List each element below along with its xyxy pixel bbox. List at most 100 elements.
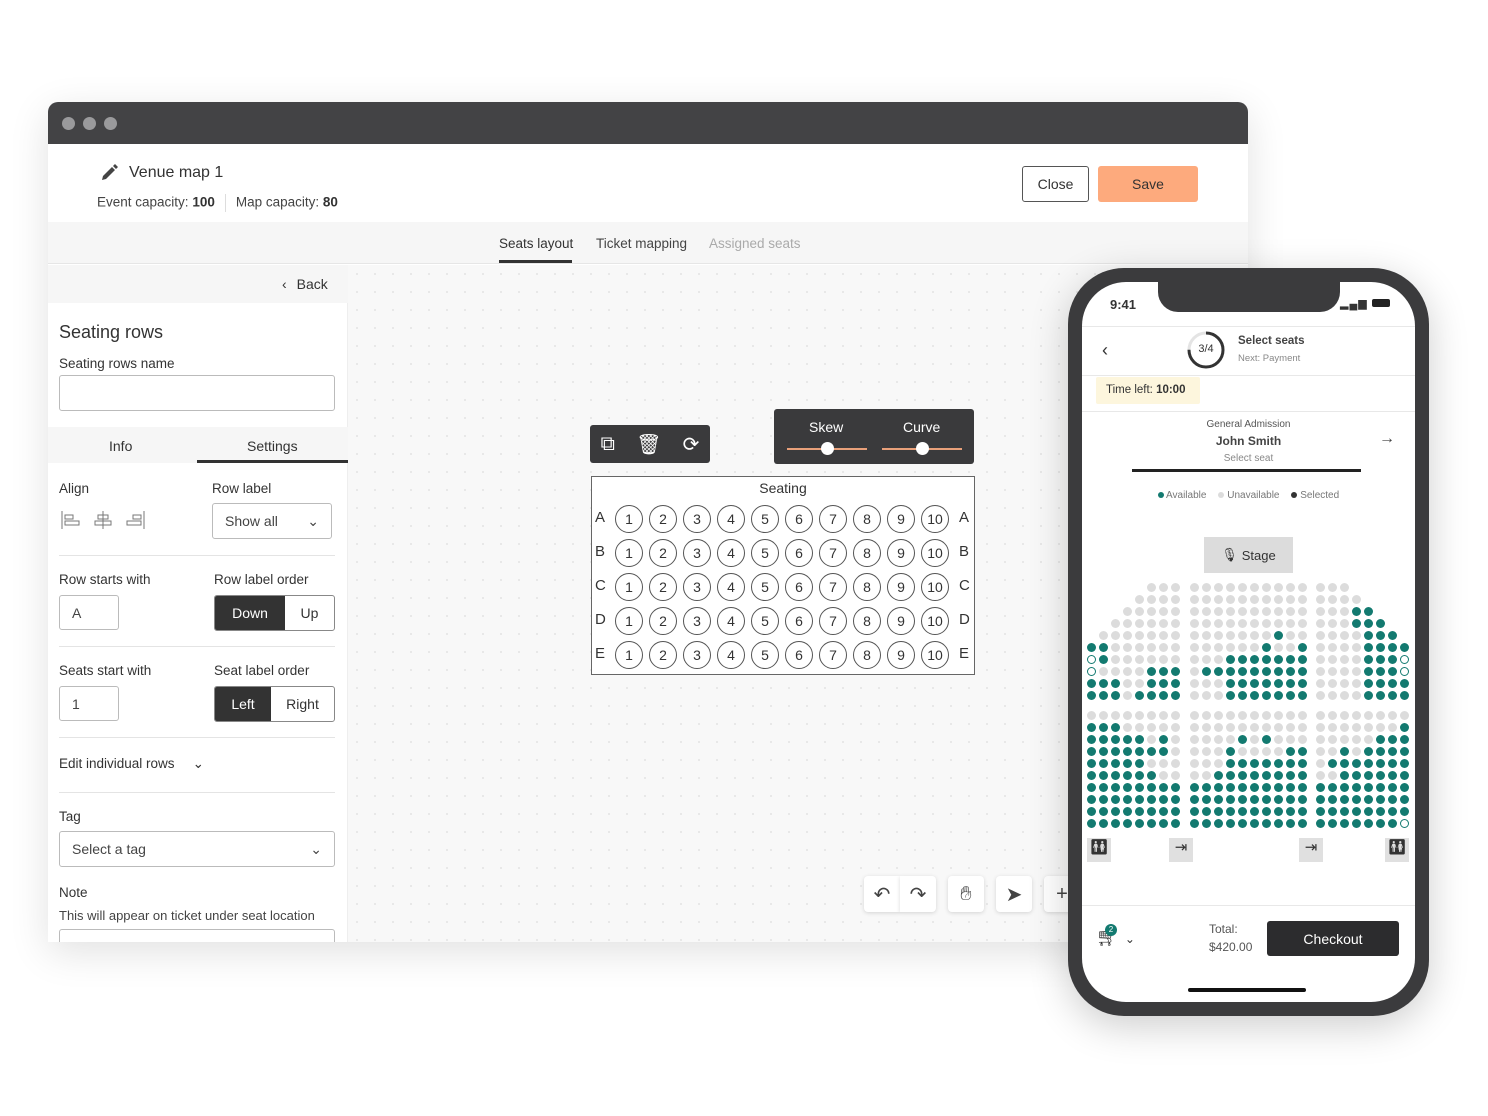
available-seat[interactable] [1159, 735, 1168, 744]
available-seat[interactable] [1376, 795, 1385, 804]
available-seat[interactable] [1316, 795, 1325, 804]
note-input[interactable] [59, 929, 335, 942]
available-seat[interactable] [1147, 819, 1156, 828]
seat-D2[interactable]: 2 [649, 607, 677, 635]
seat-C2[interactable]: 2 [649, 573, 677, 601]
available-seat[interactable] [1286, 783, 1295, 792]
seat-B2[interactable]: 2 [649, 539, 677, 567]
available-seat[interactable] [1388, 807, 1397, 816]
pointer-tool-icon[interactable]: ➤ [996, 876, 1032, 912]
available-seat[interactable] [1214, 795, 1223, 804]
available-seat[interactable] [1238, 771, 1247, 780]
available-seat[interactable] [1352, 783, 1361, 792]
available-seat[interactable] [1123, 783, 1132, 792]
available-seat[interactable] [1238, 795, 1247, 804]
available-seat[interactable] [1262, 759, 1271, 768]
seat-A9[interactable]: 9 [887, 505, 915, 533]
available-seat[interactable] [1111, 783, 1120, 792]
available-seat[interactable] [1364, 783, 1373, 792]
align-left-icon[interactable] [61, 511, 81, 529]
available-seat[interactable] [1388, 655, 1397, 664]
available-seat[interactable] [1352, 807, 1361, 816]
seat-B3[interactable]: 3 [683, 539, 711, 567]
available-seat[interactable] [1099, 679, 1108, 688]
window-close-dot[interactable] [62, 117, 75, 130]
available-seat[interactable] [1135, 759, 1144, 768]
copy-icon[interactable]: ⧉ [601, 433, 615, 456]
available-seat[interactable] [1340, 783, 1349, 792]
redo-icon[interactable]: ↷ [900, 876, 936, 912]
seat-E3[interactable]: 3 [683, 641, 711, 669]
available-seat[interactable] [1262, 667, 1271, 676]
seat-D6[interactable]: 6 [785, 607, 813, 635]
row-label-select[interactable]: Show all ⌄ [212, 503, 332, 539]
seat-D5[interactable]: 5 [751, 607, 779, 635]
available-seat[interactable] [1135, 819, 1144, 828]
available-seat[interactable] [1087, 807, 1096, 816]
available-seat[interactable] [1135, 771, 1144, 780]
available-seat[interactable] [1238, 807, 1247, 816]
available-seat[interactable] [1147, 747, 1156, 756]
seating-block[interactable]: Seating A A 1 2 3 4 5 6 7 8 9 10 B B 1 2 3 4 5 6 7 8 9 10 C C 1 2 3 4… [591, 476, 975, 675]
available-seat[interactable] [1364, 795, 1373, 804]
available-seat[interactable] [1111, 735, 1120, 744]
available-seat[interactable] [1123, 795, 1132, 804]
available-seat[interactable] [1274, 819, 1283, 828]
seat-B9[interactable]: 9 [887, 539, 915, 567]
available-seat[interactable] [1159, 819, 1168, 828]
available-seat[interactable] [1099, 747, 1108, 756]
available-seat[interactable] [1202, 795, 1211, 804]
undo-icon[interactable]: ↶ [864, 876, 900, 912]
available-seat[interactable] [1250, 807, 1259, 816]
available-seat[interactable] [1171, 807, 1180, 816]
pencil-icon[interactable] [99, 163, 119, 183]
available-seat[interactable] [1388, 691, 1397, 700]
available-seat[interactable] [1262, 819, 1271, 828]
available-seat[interactable] [1388, 771, 1397, 780]
available-seat[interactable] [1298, 643, 1307, 652]
available-seat[interactable] [1400, 643, 1409, 652]
available-seat[interactable] [1364, 619, 1373, 628]
available-seat[interactable] [1262, 691, 1271, 700]
available-seat[interactable] [1388, 735, 1397, 744]
available-seat[interactable] [1250, 819, 1259, 828]
available-seat[interactable] [1328, 819, 1337, 828]
available-seat[interactable] [1190, 819, 1199, 828]
seat-D9[interactable]: 9 [887, 607, 915, 635]
available-seat[interactable] [1111, 771, 1120, 780]
available-seat[interactable] [1147, 667, 1156, 676]
available-seat[interactable] [1087, 819, 1096, 828]
available-seat[interactable] [1400, 771, 1409, 780]
seat-B8[interactable]: 8 [853, 539, 881, 567]
available-seat[interactable] [1364, 771, 1373, 780]
available-seat[interactable] [1159, 747, 1168, 756]
available-seat[interactable] [1171, 795, 1180, 804]
available-seat[interactable] [1099, 655, 1108, 664]
available-seat[interactable] [1376, 747, 1385, 756]
available-seat[interactable] [1159, 679, 1168, 688]
available-seat[interactable] [1352, 819, 1361, 828]
available-seat[interactable] [1364, 643, 1373, 652]
available-seat[interactable] [1274, 795, 1283, 804]
available-seat[interactable] [1388, 667, 1397, 676]
available-seat[interactable] [1376, 735, 1385, 744]
available-seat[interactable] [1099, 771, 1108, 780]
available-seat[interactable] [1171, 691, 1180, 700]
available-seat[interactable] [1262, 735, 1271, 744]
available-seat[interactable] [1238, 759, 1247, 768]
available-seat[interactable] [1352, 771, 1361, 780]
seat-A10[interactable]: 10 [921, 505, 949, 533]
available-seat[interactable] [1123, 759, 1132, 768]
available-seat[interactable] [1238, 691, 1247, 700]
available-seat[interactable] [1250, 691, 1259, 700]
available-seat[interactable] [1087, 691, 1096, 700]
available-seat[interactable] [1171, 679, 1180, 688]
back-chevron-icon[interactable]: ‹ [1102, 340, 1108, 361]
available-seat[interactable] [1376, 667, 1385, 676]
seat-B10[interactable]: 10 [921, 539, 949, 567]
available-seat[interactable] [1328, 807, 1337, 816]
available-seat[interactable] [1364, 807, 1373, 816]
available-seat[interactable] [1250, 679, 1259, 688]
seat-B5[interactable]: 5 [751, 539, 779, 567]
available-seat[interactable] [1190, 783, 1199, 792]
